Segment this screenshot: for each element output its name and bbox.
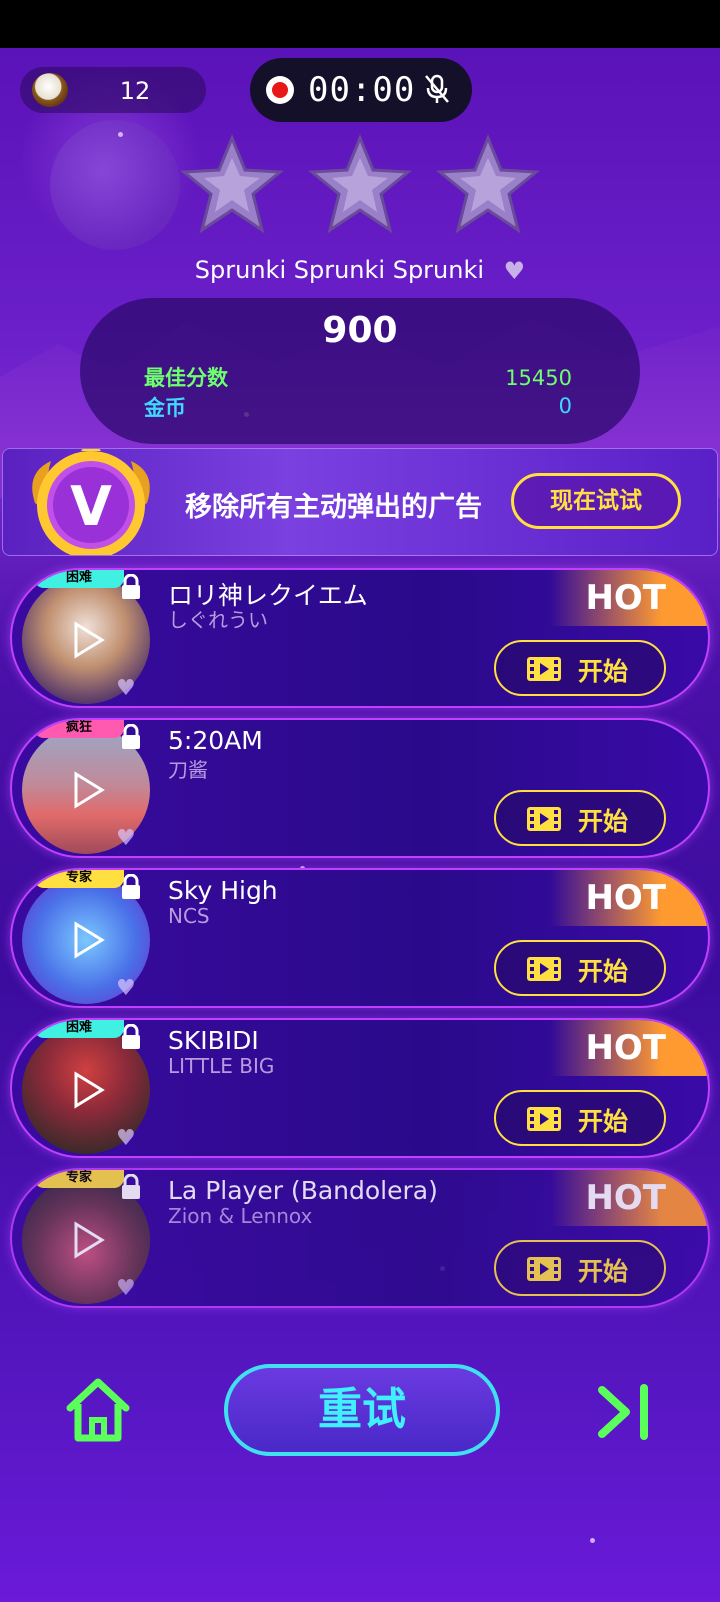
hot-badge: HOT — [550, 570, 708, 626]
play-icon[interactable] — [66, 770, 106, 810]
start-button[interactable]: 开始 — [494, 790, 666, 846]
start-button[interactable]: 开始 — [494, 1240, 666, 1296]
song-list-item[interactable]: 专家 ♥ La Player (Bandolera) Zion & Lennox… — [10, 1168, 710, 1308]
heart-icon[interactable]: ♥ — [116, 1126, 136, 1151]
start-label: 开始 — [578, 657, 629, 686]
video-ad-icon — [527, 1107, 561, 1131]
song-title: La Player (Bandolera) — [168, 1176, 438, 1205]
coin-icon — [32, 73, 68, 107]
home-icon[interactable] — [62, 1374, 134, 1446]
coin-counter: 12 — [20, 67, 206, 113]
heart-icon[interactable]: ♥ — [504, 257, 526, 285]
song-artist: LITTLE BIG — [168, 1054, 275, 1078]
skip-next-icon[interactable] — [596, 1382, 656, 1442]
heart-icon[interactable]: ♥ — [116, 976, 136, 1001]
sparkle — [590, 1538, 595, 1543]
coins-earned-value: 0 — [558, 394, 572, 418]
start-button[interactable]: 开始 — [494, 940, 666, 996]
moon-decoration — [50, 120, 180, 250]
song-list-item[interactable]: 困难 ♥ ロリ神レクイエム しぐれうい HOT 开始 — [10, 568, 710, 708]
song-title: SKIBIDI — [168, 1026, 259, 1055]
start-button[interactable]: 开始 — [494, 640, 666, 696]
coin-count: 12 — [119, 77, 151, 105]
coins-earned-label: 金币 — [144, 396, 186, 420]
song-list-item[interactable]: 疯狂 ♥ 5:20AM 刀酱 开始 — [10, 718, 710, 858]
lock-icon — [122, 1174, 140, 1199]
play-icon[interactable] — [66, 1220, 106, 1260]
record-timer: 00:00 — [308, 70, 416, 110]
lock-icon — [122, 874, 140, 899]
lock-icon — [122, 574, 140, 599]
try-now-button[interactable]: 现在试试 — [511, 473, 681, 529]
game-result-screen: 12 00:00 Sprunki Sprunki Sprunki ♥ 900 最… — [0, 48, 720, 1602]
video-ad-icon — [527, 807, 561, 831]
start-label: 开始 — [578, 1257, 629, 1286]
video-ad-icon — [527, 657, 561, 681]
song-list-item[interactable]: 困难 ♥ SKIBIDI LITTLE BIG HOT 开始 — [10, 1018, 710, 1158]
star-icon — [308, 134, 412, 234]
play-icon[interactable] — [66, 620, 106, 660]
song-artist: しぐれうい — [168, 608, 268, 632]
remove-ads-banner[interactable]: V 移除所有主动弹出的广告 现在试试 — [2, 448, 718, 556]
best-score-value: 15450 — [505, 366, 572, 390]
vip-badge-icon: V — [32, 449, 150, 555]
video-ad-icon — [527, 1257, 561, 1281]
play-icon[interactable] — [66, 1070, 106, 1110]
lock-icon — [122, 1024, 140, 1049]
difficulty-badge: 专家 — [34, 870, 124, 888]
result-song-title-row: Sprunki Sprunki Sprunki ♥ — [0, 256, 720, 285]
hot-badge: HOT — [550, 870, 708, 926]
video-ad-icon — [527, 957, 561, 981]
start-label: 开始 — [578, 957, 629, 986]
score-value: 900 — [322, 310, 398, 351]
star-icon — [180, 134, 284, 234]
song-list-item[interactable]: 专家 ♥ Sky High NCS HOT 开始 — [10, 868, 710, 1008]
play-icon[interactable] — [66, 920, 106, 960]
sparkle — [118, 132, 123, 137]
remove-ads-text: 移除所有主动弹出的广告 — [185, 492, 482, 523]
mic-off-icon[interactable] — [420, 72, 454, 106]
score-panel: 900 最佳分数 15450 金币 0 — [80, 298, 640, 444]
svg-text:V: V — [70, 475, 112, 538]
record-icon[interactable] — [266, 76, 294, 104]
song-artist: Zion & Lennox — [168, 1204, 313, 1228]
heart-icon[interactable]: ♥ — [116, 676, 136, 701]
hot-badge: HOT — [550, 1170, 708, 1226]
status-bar — [0, 0, 720, 48]
start-label: 开始 — [578, 1107, 629, 1136]
start-label: 开始 — [578, 807, 629, 836]
song-artist: NCS — [168, 904, 210, 928]
heart-icon[interactable]: ♥ — [116, 1276, 136, 1301]
hot-badge: HOT — [550, 1020, 708, 1076]
song-title: 5:20AM — [168, 726, 263, 755]
difficulty-badge: 困难 — [34, 1020, 124, 1038]
screen-recorder[interactable]: 00:00 — [250, 58, 472, 122]
song-title: Sky High — [168, 876, 278, 905]
retry-button[interactable]: 重试 — [224, 1364, 500, 1456]
start-button[interactable]: 开始 — [494, 1090, 666, 1146]
star-icon — [436, 134, 540, 234]
difficulty-badge: 专家 — [34, 1170, 124, 1188]
difficulty-badge: 困难 — [34, 570, 124, 588]
result-song-title: Sprunki Sprunki Sprunki — [194, 256, 485, 284]
song-artist: 刀酱 — [168, 758, 208, 782]
lock-icon — [122, 724, 140, 749]
best-score-label: 最佳分数 — [144, 366, 228, 390]
heart-icon[interactable]: ♥ — [116, 826, 136, 851]
difficulty-badge: 疯狂 — [34, 720, 124, 738]
